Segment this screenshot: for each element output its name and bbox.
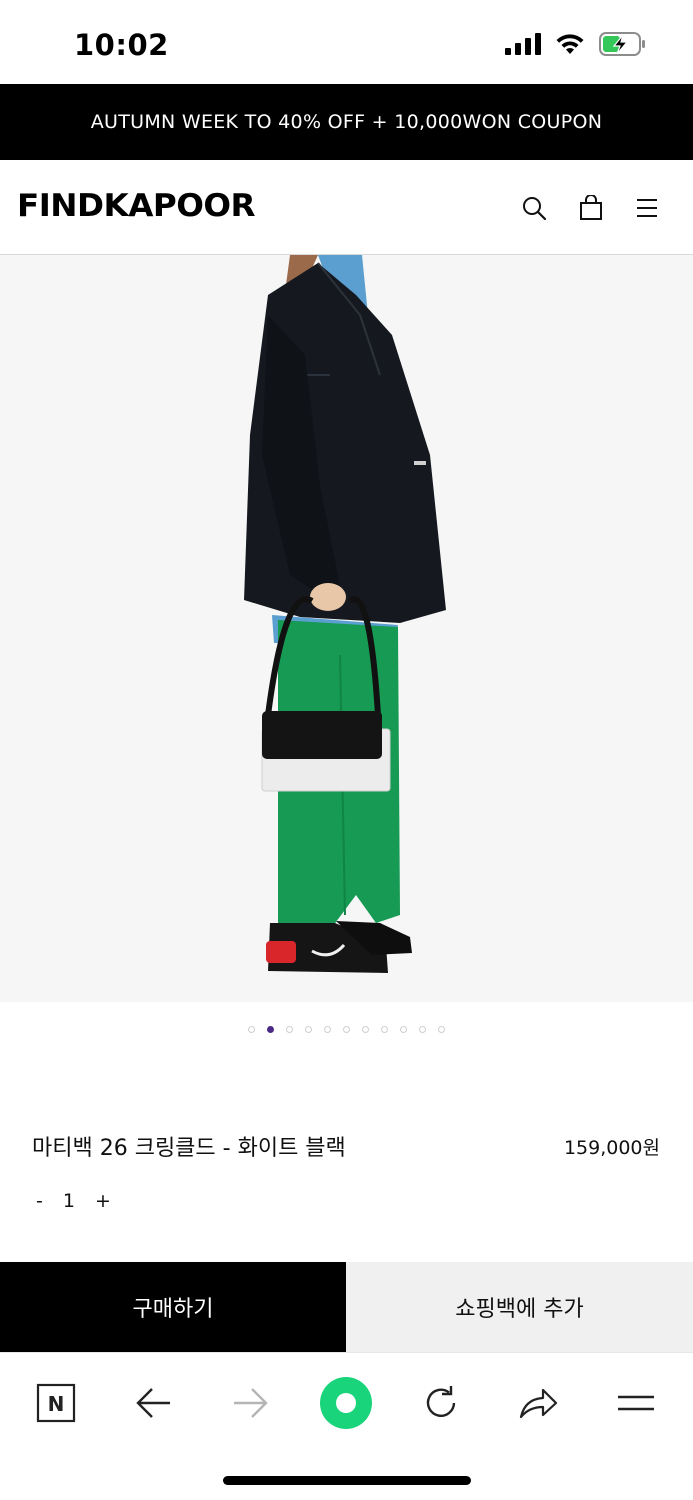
- menu-icon[interactable]: [633, 194, 661, 222]
- battery-charging-icon: [599, 32, 645, 56]
- quantity-increase-button[interactable]: +: [95, 1190, 111, 1212]
- status-bar: 10:02: [0, 0, 693, 84]
- promo-text: AUTUMN WEEK TO 40% OFF + 10,000WON COUPO…: [90, 111, 603, 133]
- naver-home-letter: N: [48, 1392, 65, 1416]
- product-photo-illustration: [0, 255, 693, 1002]
- carousel-dot[interactable]: [248, 1026, 255, 1033]
- search-icon[interactable]: [520, 194, 548, 222]
- signal-icon: [505, 33, 541, 55]
- promo-banner[interactable]: AUTUMN WEEK TO 40% OFF + 10,000WON COUPO…: [0, 84, 693, 160]
- product-name: 마티백 26 크링클드 - 화이트 블랙: [32, 1136, 346, 1161]
- carousel-dot[interactable]: [286, 1026, 293, 1033]
- shopping-bag-icon[interactable]: [577, 194, 605, 222]
- buy-now-button[interactable]: 구매하기: [0, 1262, 346, 1352]
- add-to-cart-button[interactable]: 쇼핑백에 추가: [346, 1262, 693, 1352]
- green-dot-icon[interactable]: [318, 1375, 374, 1431]
- carousel-dot[interactable]: [400, 1026, 407, 1033]
- browser-menu-icon[interactable]: [608, 1375, 664, 1431]
- carousel-dots: [0, 1026, 693, 1040]
- add-to-cart-label: 쇼핑백에 추가: [455, 1297, 584, 1322]
- carousel-dot[interactable]: [267, 1026, 274, 1033]
- carousel-dot[interactable]: [438, 1026, 445, 1033]
- carousel-dot[interactable]: [324, 1026, 331, 1033]
- naver-home-icon[interactable]: N: [28, 1375, 84, 1431]
- status-icons: [505, 32, 647, 56]
- reload-icon[interactable]: [413, 1375, 469, 1431]
- buy-now-label: 구매하기: [132, 1297, 214, 1322]
- quantity-stepper: - 1 +: [36, 1190, 111, 1212]
- site-header: FINDKAPOOR: [0, 160, 693, 255]
- home-indicator[interactable]: [223, 1476, 471, 1485]
- carousel-dot[interactable]: [362, 1026, 369, 1033]
- back-arrow-icon[interactable]: [126, 1375, 182, 1431]
- product-price: 159,000원: [563, 1137, 660, 1159]
- brand-logo[interactable]: FINDKAPOOR: [17, 188, 256, 224]
- status-time: 10:02: [74, 28, 169, 62]
- carousel-dot[interactable]: [381, 1026, 388, 1033]
- forward-arrow-icon[interactable]: [222, 1375, 278, 1431]
- quantity-decrease-button[interactable]: -: [36, 1190, 43, 1212]
- share-icon[interactable]: [510, 1375, 566, 1431]
- carousel-dot[interactable]: [305, 1026, 312, 1033]
- wifi-icon: [556, 34, 584, 54]
- product-image[interactable]: [0, 255, 693, 1002]
- carousel-dot[interactable]: [419, 1026, 426, 1033]
- quantity-value: 1: [62, 1190, 75, 1212]
- carousel-dot[interactable]: [343, 1026, 350, 1033]
